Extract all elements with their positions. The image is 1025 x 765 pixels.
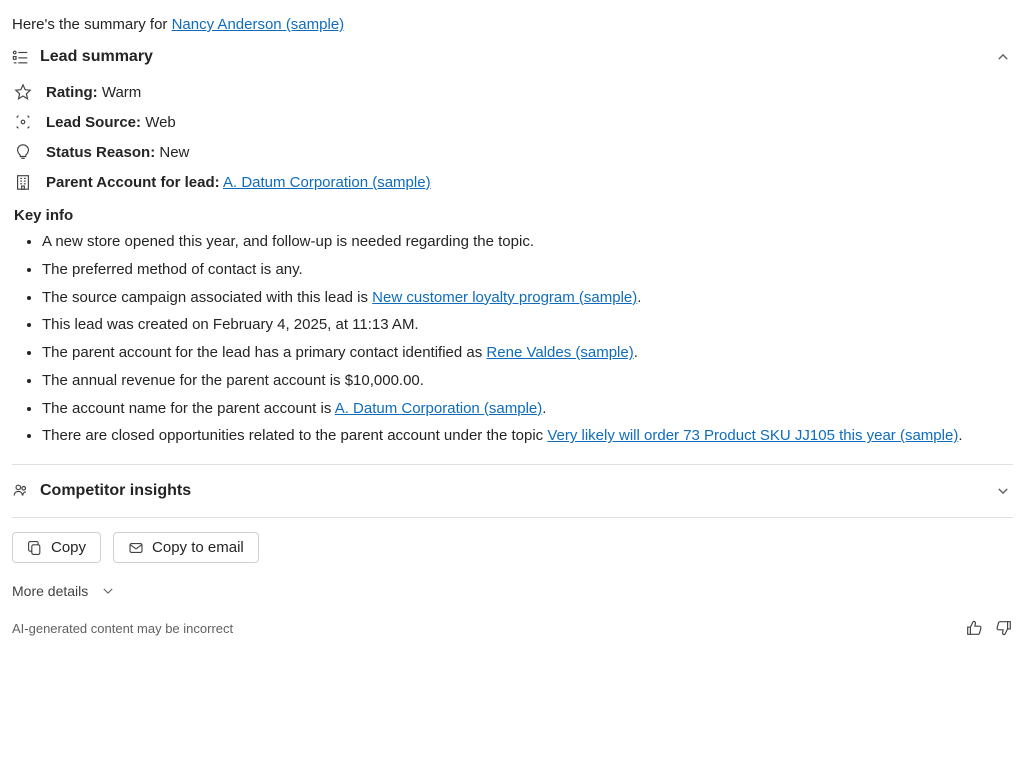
footer-note: AI-generated content may be incorrect	[12, 621, 233, 636]
parent-link[interactable]: A. Datum Corporation (sample)	[223, 174, 431, 191]
intro-link[interactable]: Nancy Anderson (sample)	[172, 16, 345, 33]
list-item: The annual revenue for the parent accoun…	[42, 367, 1013, 395]
rating-value: Warm	[102, 84, 141, 101]
list-item: The preferred method of contact is any.	[42, 256, 1013, 284]
field-rating: Rating: Warm	[12, 77, 1013, 107]
list-item: The parent account for the lead has a pr…	[42, 339, 1013, 367]
contact-link[interactable]: Rene Valdes (sample)	[486, 344, 633, 361]
field-source: Lead Source: Web	[12, 107, 1013, 137]
chevron-up-icon[interactable]	[993, 47, 1013, 67]
source-label: Lead Source:	[46, 114, 141, 131]
chevron-down-icon[interactable]	[993, 481, 1013, 501]
copy-icon	[27, 540, 43, 556]
list-item: This lead was created on February 4, 202…	[42, 311, 1013, 339]
status-value: New	[159, 144, 189, 161]
account-link[interactable]: A. Datum Corporation (sample)	[335, 400, 543, 417]
keyinfo-list: A new store opened this year, and follow…	[12, 228, 1013, 450]
keyinfo-title: Key info	[14, 207, 1013, 224]
actions-row: Copy Copy to email	[12, 520, 1013, 575]
list-item: The source campaign associated with this…	[42, 284, 1013, 312]
target-icon	[14, 113, 32, 131]
divider	[12, 517, 1013, 518]
field-parent: Parent Account for lead: A. Datum Corpor…	[12, 167, 1013, 197]
lead-summary-header[interactable]: Lead summary	[12, 43, 1013, 77]
people-icon	[12, 482, 30, 500]
campaign-link[interactable]: New customer loyalty program (sample)	[372, 289, 637, 306]
thumbs-down-icon[interactable]	[995, 619, 1013, 637]
rating-label: Rating:	[46, 84, 98, 101]
copy-to-email-button[interactable]: Copy to email	[113, 532, 259, 563]
field-status: Status Reason: New	[12, 137, 1013, 167]
competitor-insights-header[interactable]: Competitor insights	[12, 467, 1013, 515]
copy-label: Copy	[51, 539, 86, 556]
building-icon	[14, 173, 32, 191]
thumbs-up-icon[interactable]	[965, 619, 983, 637]
source-value: Web	[145, 114, 176, 131]
intro-prefix: Here's the summary for	[12, 16, 172, 33]
copy-email-label: Copy to email	[152, 539, 244, 556]
star-icon	[14, 83, 32, 101]
list-item: A new store opened this year, and follow…	[42, 228, 1013, 256]
competitor-title: Competitor insights	[40, 482, 191, 500]
divider	[12, 464, 1013, 465]
more-details-label: More details	[12, 583, 88, 599]
copy-button[interactable]: Copy	[12, 532, 101, 563]
footer: AI-generated content may be incorrect	[12, 619, 1013, 637]
lightbulb-icon	[14, 143, 32, 161]
list-icon	[12, 48, 30, 66]
status-label: Status Reason:	[46, 144, 155, 161]
more-details-toggle[interactable]: More details	[12, 575, 118, 619]
intro-text: Here's the summary for Nancy Anderson (s…	[12, 16, 1013, 33]
list-item: The account name for the parent account …	[42, 395, 1013, 423]
opportunity-link[interactable]: Very likely will order 73 Product SKU JJ…	[547, 427, 958, 444]
mail-icon	[128, 540, 144, 556]
parent-label: Parent Account for lead:	[46, 174, 220, 191]
lead-summary-title: Lead summary	[40, 48, 153, 66]
chevron-down-icon	[98, 581, 118, 601]
list-item: There are closed opportunities related t…	[42, 422, 1013, 450]
